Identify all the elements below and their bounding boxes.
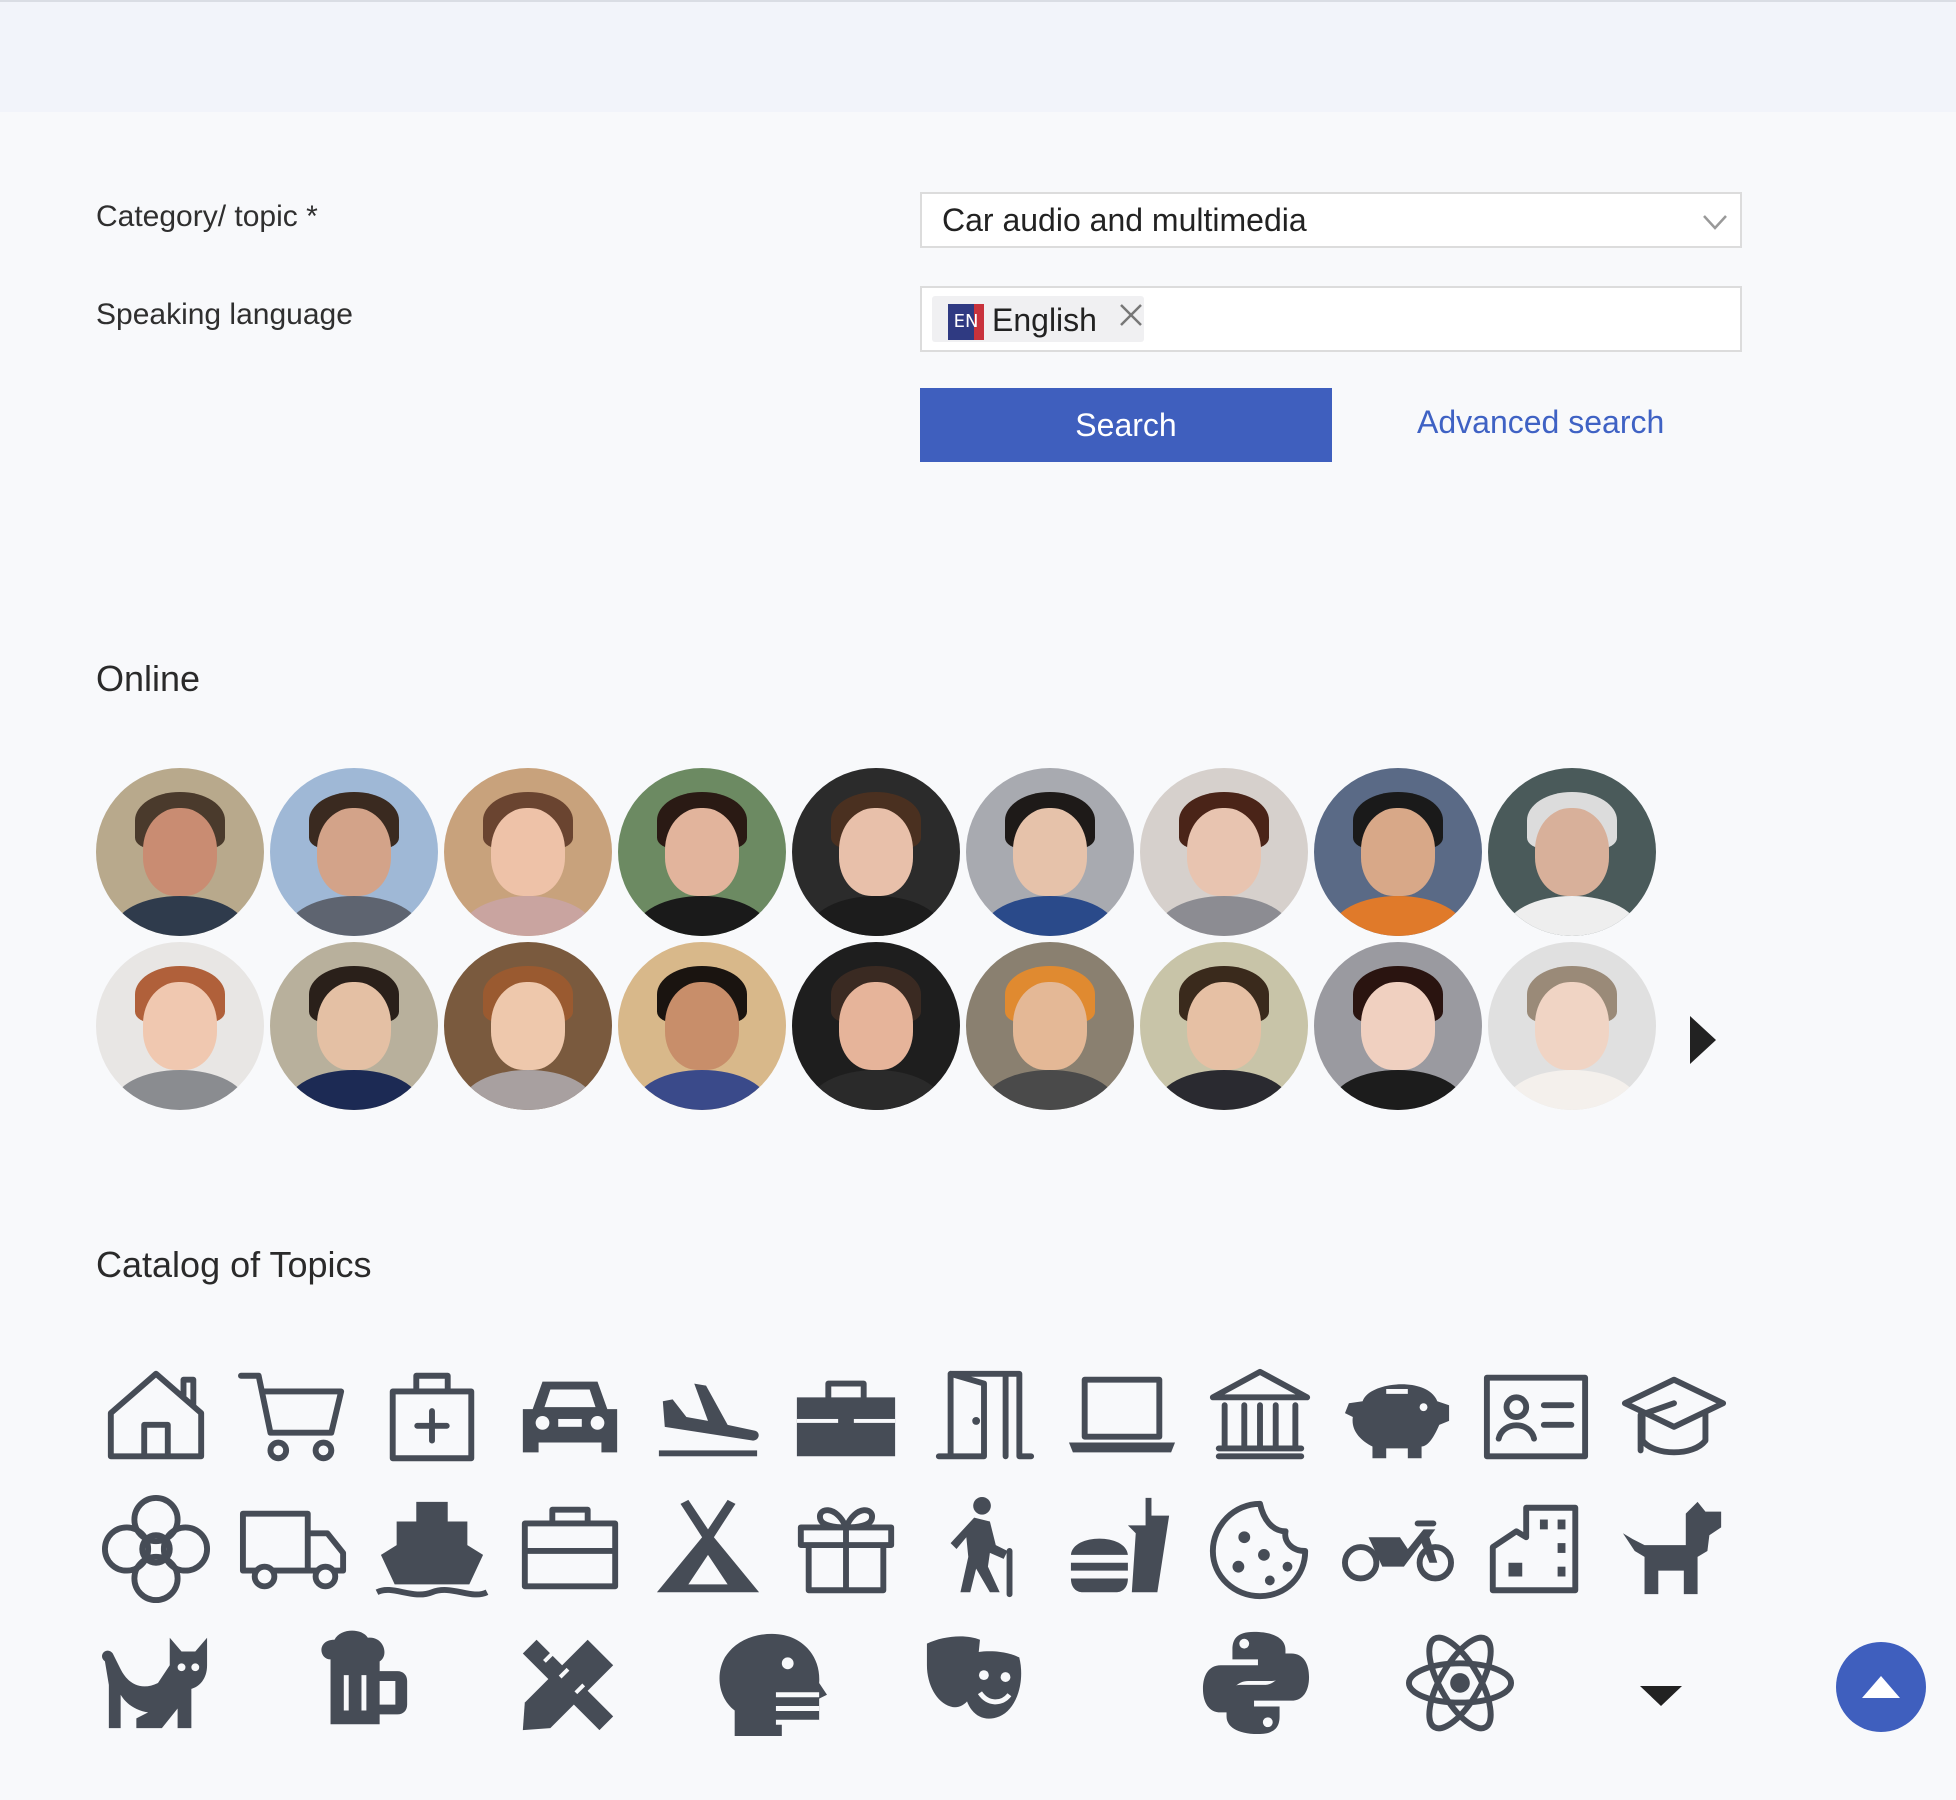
online-user-avatar[interactable]: [618, 768, 786, 936]
catalog-title: Catalog of Topics: [96, 1244, 372, 1285]
online-user-avatar[interactable]: [444, 942, 612, 1110]
car-icon[interactable]: [510, 1362, 630, 1472]
category-select-value: Car audio and multimedia: [942, 202, 1307, 238]
graduation-cap-icon[interactable]: [1614, 1362, 1734, 1472]
online-user-avatar[interactable]: [1314, 942, 1482, 1110]
bank-icon[interactable]: [1200, 1362, 1320, 1472]
id-card-icon[interactable]: [1476, 1362, 1596, 1472]
online-user-avatar[interactable]: [444, 768, 612, 936]
truck-icon[interactable]: [234, 1494, 354, 1604]
language-multiselect[interactable]: EN English: [920, 286, 1742, 352]
online-user-avatar[interactable]: [1488, 942, 1656, 1110]
door-icon[interactable]: [924, 1362, 1044, 1472]
online-user-avatar[interactable]: [1314, 768, 1482, 936]
online-user-avatar[interactable]: [96, 942, 264, 1110]
language-label: Speaking language: [96, 298, 353, 331]
piggy-bank-icon[interactable]: [1338, 1362, 1458, 1472]
motorcycle-icon[interactable]: [1338, 1494, 1458, 1604]
cat-icon[interactable]: [96, 1626, 216, 1736]
suitcase-icon[interactable]: [510, 1494, 630, 1604]
language-chip: EN English: [932, 296, 1144, 342]
remove-chip-icon[interactable]: [1116, 300, 1146, 330]
online-user-avatar[interactable]: [966, 942, 1134, 1110]
category-label: Category/ topic *: [96, 200, 318, 233]
online-user-avatar[interactable]: [270, 942, 438, 1110]
atom-icon[interactable]: [1400, 1626, 1520, 1736]
online-user-avatar[interactable]: [1140, 942, 1308, 1110]
online-user-avatar[interactable]: [966, 768, 1134, 936]
online-user-avatar[interactable]: [792, 768, 960, 936]
tent-icon[interactable]: [648, 1494, 768, 1604]
gift-icon[interactable]: [786, 1494, 906, 1604]
city-building-icon[interactable]: [1476, 1494, 1596, 1604]
online-user-avatar[interactable]: [618, 942, 786, 1110]
language-chip-label: English: [992, 302, 1097, 338]
online-user-avatar[interactable]: [792, 942, 960, 1110]
toolbox-icon[interactable]: [786, 1362, 906, 1472]
hiking-icon[interactable]: [924, 1494, 1044, 1604]
medical-kit-icon[interactable]: [372, 1362, 492, 1472]
fast-food-icon[interactable]: [1062, 1494, 1182, 1604]
category-select[interactable]: Car audio and multimedia: [920, 192, 1742, 248]
chevron-down-icon: [1703, 215, 1727, 230]
next-arrow-icon[interactable]: [1682, 1012, 1722, 1068]
beer-mug-icon[interactable]: [300, 1626, 420, 1736]
scroll-to-top-button[interactable]: [1836, 1642, 1926, 1732]
python-icon[interactable]: [1196, 1626, 1316, 1736]
online-user-avatar[interactable]: [270, 768, 438, 936]
dog-icon[interactable]: [1614, 1494, 1734, 1604]
cookie-icon[interactable]: [1200, 1494, 1320, 1604]
online-user-avatar[interactable]: [1488, 768, 1656, 936]
top-bar: [0, 0, 1956, 112]
online-user-avatar[interactable]: [1140, 768, 1308, 936]
theater-masks-icon[interactable]: [918, 1626, 1038, 1736]
search-button[interactable]: Search: [920, 388, 1332, 462]
caret-up-icon: [1862, 1676, 1900, 1698]
advanced-search-link[interactable]: Advanced search: [1417, 404, 1664, 441]
shopping-cart-icon[interactable]: [234, 1362, 354, 1472]
flower-icon[interactable]: [96, 1494, 216, 1604]
online-title: Online: [96, 658, 201, 699]
plane-landing-icon[interactable]: [648, 1362, 768, 1472]
online-user-avatar[interactable]: [96, 768, 264, 936]
pencil-ruler-icon[interactable]: [508, 1626, 628, 1736]
laptop-icon[interactable]: [1062, 1362, 1182, 1472]
head-speaking-icon[interactable]: [712, 1626, 832, 1736]
ship-icon[interactable]: [372, 1494, 492, 1604]
language-chip-code: EN: [953, 311, 979, 332]
uk-flag-icon: EN: [948, 304, 984, 340]
house-icon[interactable]: [96, 1362, 216, 1472]
caret-down-icon[interactable]: [1636, 1680, 1686, 1710]
